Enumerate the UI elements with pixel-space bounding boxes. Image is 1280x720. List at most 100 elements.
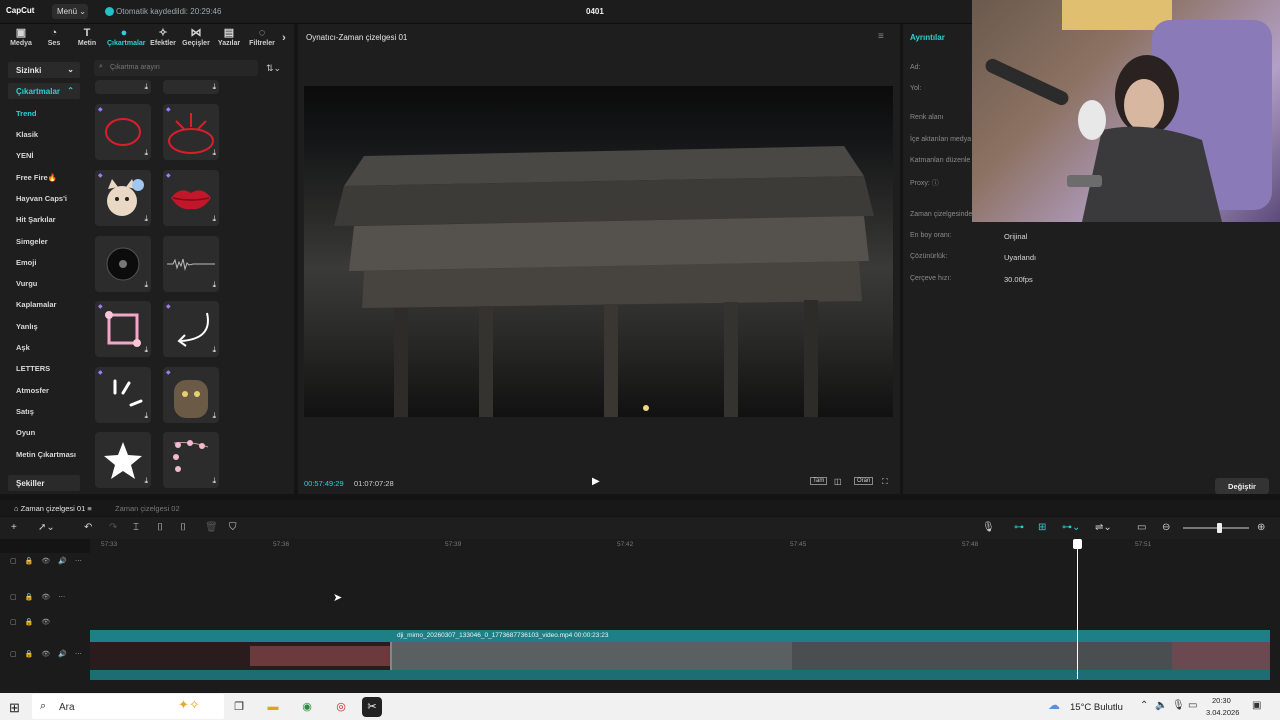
video-clip-audio-waveform[interactable] <box>90 670 1270 680</box>
video-clip-thumbnails[interactable] <box>90 642 1270 670</box>
redo-icon[interactable]: ↷ <box>109 522 117 533</box>
speaker-icon[interactable]: 🔈 <box>1155 700 1167 711</box>
magnet-icon[interactable]: ⊞ <box>1038 522 1046 533</box>
track-header[interactable]: ▢🔒👁 <box>10 618 58 626</box>
zoom-out-icon[interactable]: ⊖ <box>1162 522 1170 533</box>
zoom-in-icon[interactable]: ⊕ <box>1257 522 1265 533</box>
tab-captions[interactable]: ▤ Yazılar <box>212 27 246 47</box>
category-item[interactable]: Yanlış <box>16 322 38 331</box>
hamburger-icon[interactable]: ≡ <box>878 31 884 42</box>
tab-audio[interactable]: ◔ Ses <box>37 27 71 47</box>
chrome-icon[interactable]: ◉ <box>297 697 317 717</box>
sticker-search-input[interactable]: ⌕ Çıkartma arayın <box>94 60 258 76</box>
notification-icon[interactable]: ▣ <box>1252 700 1261 711</box>
snapshot-icon[interactable]: ◫ <box>834 477 842 486</box>
category-item[interactable]: Hit Şarkılar <box>16 215 56 224</box>
category-item[interactable]: Klasik <box>16 130 38 139</box>
category-item[interactable]: YENİ <box>16 151 34 160</box>
track-header[interactable]: ▢🔒👁⋯ <box>10 593 73 601</box>
category-item[interactable]: Vurgu <box>16 279 37 288</box>
main-track-header[interactable]: ▢🔒👁🔊⋯ <box>10 650 90 658</box>
category-item[interactable]: Aşk <box>16 343 30 352</box>
snap-icon[interactable]: ⊶⌄ <box>1062 522 1080 533</box>
select-tool-icon[interactable]: ➚⌄ <box>38 522 55 533</box>
obs-icon[interactable]: ◎ <box>331 697 351 717</box>
capcut-taskbar-icon[interactable]: ✂ <box>362 697 382 717</box>
category-item[interactable]: Metin Çıkartması <box>16 450 76 459</box>
toolbar-next-arrow[interactable]: › <box>278 32 290 45</box>
sticker-tile[interactable]: ⤓ <box>95 236 151 292</box>
microphone-icon[interactable]: 🎙 <box>982 522 995 533</box>
windows-start-icon[interactable]: ⊞ <box>9 700 20 716</box>
category-item[interactable]: Simgeler <box>16 237 48 246</box>
preview-axis-icon[interactable]: ⇌⌄ <box>1095 522 1112 533</box>
undo-icon[interactable]: ↶ <box>84 522 92 533</box>
ratio-button[interactable]: Oran <box>854 477 874 485</box>
clock-date[interactable]: 3.04.2026 <box>1206 708 1239 717</box>
category-item[interactable]: Free Fire🔥 <box>16 173 57 182</box>
track-header[interactable]: ▢🔒👁🔊⋯ <box>10 557 90 565</box>
menu-button[interactable]: Menü ⌄ <box>52 4 88 19</box>
link-clips-icon[interactable]: ⊶ <box>1014 522 1024 533</box>
chevron-up-icon[interactable]: ⌃ <box>1140 700 1148 711</box>
category-item[interactable]: Atmosfer <box>16 386 49 395</box>
tab-media[interactable]: ▣ Medya <box>4 27 38 47</box>
tab-transitions[interactable]: ⋈ Geçişler <box>179 27 213 47</box>
category-item[interactable]: Oyun <box>16 428 35 437</box>
tab-text[interactable]: T Metin <box>70 27 104 47</box>
file-explorer-icon[interactable]: ▬ <box>263 697 283 717</box>
timeline-ruler[interactable] <box>90 539 1280 553</box>
category-item[interactable]: Satış <box>16 407 34 416</box>
thumbnail-icon[interactable]: ▭ <box>1137 522 1146 533</box>
sticker-tile[interactable]: ⤓ <box>163 236 219 292</box>
split-left-icon[interactable]: ⌷ <box>157 522 163 533</box>
category-item[interactable]: Kaplamalar <box>16 300 56 309</box>
fullscreen-icon[interactable]: ⛶ <box>882 477 888 487</box>
split-icon[interactable]: ⌶ <box>133 522 139 533</box>
tab-filters[interactable]: ◌ Filtreler <box>245 27 279 47</box>
play-button[interactable]: ▶ <box>592 476 600 487</box>
weather-status[interactable]: 15°C Bulutlu <box>1070 702 1123 713</box>
network-icon[interactable]: ▭ <box>1188 700 1197 711</box>
delete-icon[interactable]: 🗑 <box>205 522 218 533</box>
add-track-icon[interactable]: + <box>11 522 17 533</box>
microphone-icon[interactable]: 🎙 <box>1172 700 1185 711</box>
sticker-tile[interactable]: ◆ ⤓ <box>95 104 151 160</box>
playhead[interactable] <box>1077 539 1078 679</box>
category-item[interactable]: Hayvan Caps'i <box>16 194 67 203</box>
sticker-tile[interactable]: ◆ ⤓ <box>163 104 219 160</box>
category-item-trend[interactable]: Trend <box>16 109 36 118</box>
playhead-handle[interactable] <box>1073 539 1082 549</box>
category-item[interactable]: Emoji <box>16 258 36 267</box>
clock-time[interactable]: 20:30 <box>1212 696 1231 705</box>
category-shapes[interactable]: Şekiller <box>8 475 80 491</box>
sticker-tile[interactable]: ⤓ <box>163 80 219 94</box>
video-clip-header[interactable] <box>90 630 1270 642</box>
filter-icon[interactable]: ⇅⌄ <box>266 63 281 74</box>
category-yours[interactable]: Sizinki ⌄ <box>8 62 80 78</box>
zoom-slider[interactable] <box>1183 527 1249 529</box>
sticker-tile[interactable]: ◆ ⤓ <box>163 301 219 357</box>
download-icon: ⤓ <box>144 148 148 157</box>
sticker-tile[interactable]: ◆ ⤓ <box>95 170 151 226</box>
change-button[interactable]: Değiştir <box>1215 478 1269 494</box>
shield-icon[interactable]: ⛉ <box>229 522 237 533</box>
sticker-tile[interactable]: ◆ ⤓ <box>95 301 151 357</box>
tab-timeline-01[interactable]: ⌂ Zaman çizelgesi 01 ≡ <box>14 504 92 513</box>
category-item[interactable]: LETTERS <box>16 364 50 373</box>
sticker-tile[interactable]: ◆ ⤓ <box>95 367 151 423</box>
category-stickers[interactable]: Çıkartmalar ⌃ <box>8 83 80 99</box>
sticker-tile[interactable]: ◆ ⤓ <box>163 170 219 226</box>
tab-timeline-02[interactable]: Zaman çizelgesi 02 <box>115 504 180 513</box>
split-right-icon[interactable]: ⌷ <box>180 522 186 533</box>
sticker-tile[interactable]: ⤓ <box>95 80 151 94</box>
tab-stickers[interactable]: ● Çıkartmalar <box>107 27 146 47</box>
video-preview[interactable] <box>304 86 893 417</box>
sticker-tile[interactable]: ⤓ <box>95 432 151 488</box>
zoom-slider-knob[interactable] <box>1217 523 1223 533</box>
sticker-tile[interactable]: ◆ ⤓ <box>163 367 219 423</box>
full-quality-button[interactable]: Tam <box>810 477 828 485</box>
tab-effects[interactable]: ✧ Efektler <box>146 27 180 47</box>
sticker-tile[interactable]: ⤓ <box>163 432 219 488</box>
task-view-icon[interactable]: ❐ <box>229 697 249 717</box>
